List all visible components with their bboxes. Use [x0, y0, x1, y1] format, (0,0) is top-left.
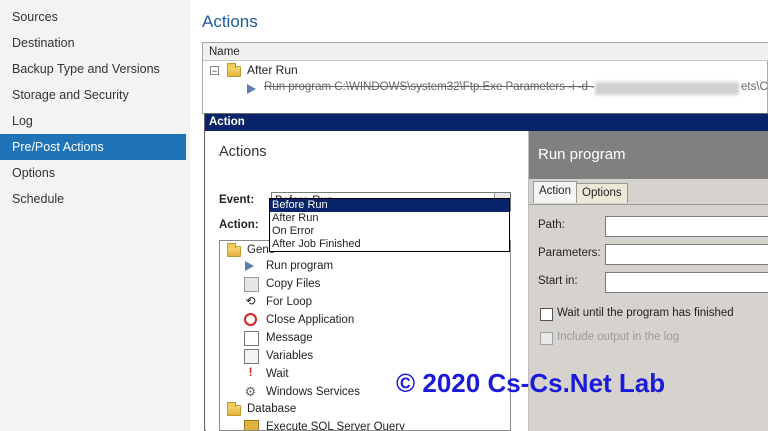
wait-until-finished-label: Wait until the program has finished: [557, 307, 734, 319]
settings-nav: Sources Destination Backup Type and Vers…: [0, 0, 190, 431]
copy-files-icon: [244, 277, 259, 292]
start-in-label: Start in:: [538, 275, 578, 287]
action-for-loop[interactable]: ⟲ For Loop: [244, 293, 504, 311]
loop-icon: ⟲: [245, 294, 256, 308]
action-label-run-program: Run program: [266, 260, 334, 272]
action-label-windows-services: Windows Services: [266, 386, 360, 398]
event-option-after-run[interactable]: After Run: [270, 212, 509, 225]
variables-icon: [244, 349, 259, 364]
dialog-title: Action: [205, 114, 768, 131]
tab-options[interactable]: Options: [576, 183, 628, 203]
action-message[interactable]: Message: [244, 329, 504, 347]
action-label-wait: Wait: [266, 368, 289, 380]
include-output-checkbox: [540, 332, 553, 345]
tab-divider: [529, 204, 768, 205]
folder-icon: [227, 243, 241, 257]
collapse-icon[interactable]: −: [210, 66, 219, 76]
path-input[interactable]: [605, 216, 768, 237]
event-option-after-job-finished[interactable]: After Job Finished: [270, 238, 509, 251]
action-variables[interactable]: Variables: [244, 347, 504, 365]
play-icon: [245, 261, 254, 271]
nav-item-sources[interactable]: Sources: [0, 4, 186, 30]
copyright-watermark: © 2020 Cs-Cs.Net Lab: [396, 368, 666, 398]
actions-heading: Actions: [219, 144, 267, 160]
message-icon: [244, 331, 259, 346]
parameters-input[interactable]: [605, 244, 768, 265]
wait-until-finished-checkbox[interactable]: [540, 308, 553, 321]
action-run-program[interactable]: Run program: [244, 257, 504, 275]
action-copy-files[interactable]: Copy Files: [244, 275, 504, 293]
tree-group-database[interactable]: Database: [247, 400, 296, 418]
run-program-heading: Run program: [529, 131, 768, 179]
nav-item-pre-post-actions[interactable]: Pre/Post Actions: [0, 134, 186, 160]
action-label-close-application: Close Application: [266, 314, 355, 326]
tree-item-text-tail: ets\Cs: [741, 81, 768, 93]
event-label: Event:: [219, 194, 255, 206]
actions-tree[interactable]: Name − After Run Run program C:\WINDOWS\…: [202, 42, 768, 114]
redacted-parameters: [595, 82, 739, 95]
page-title: Actions: [202, 12, 258, 31]
path-label: Path:: [538, 219, 565, 231]
tree-item-run-program[interactable]: Run program C:\WINDOWS\system32\Ftp.Exe …: [264, 81, 594, 93]
nav-item-log[interactable]: Log: [0, 108, 186, 134]
nav-item-storage-security[interactable]: Storage and Security: [0, 82, 186, 108]
tree-group-after-run[interactable]: After Run: [247, 63, 298, 77]
action-label-copy-files: Copy Files: [266, 278, 321, 290]
action-type-tree[interactable]: Gene Run program Copy Files ⟲ For Loop C…: [219, 240, 511, 431]
nav-item-destination[interactable]: Destination: [0, 30, 186, 56]
action-label-message: Message: [266, 332, 313, 344]
nav-item-options[interactable]: Options: [0, 160, 186, 186]
action-label-variables: Variables: [266, 350, 314, 362]
event-dropdown-list[interactable]: Before Run After Run On Error After Job …: [269, 198, 510, 252]
action-label-execute-sql: Execute SQL Server Query: [266, 421, 405, 431]
tab-strip: Action Options: [533, 181, 768, 205]
event-option-before-run[interactable]: Before Run: [270, 199, 509, 212]
folder-icon: [227, 63, 241, 77]
tab-action[interactable]: Action: [533, 181, 577, 203]
include-output-label: Include output in the log: [557, 331, 680, 343]
gear-icon: ⚙: [244, 384, 257, 399]
event-option-on-error[interactable]: On Error: [270, 225, 509, 238]
parameters-label: Parameters:: [538, 247, 601, 259]
database-query-icon: [244, 420, 259, 430]
action-label-for-loop: For Loop: [266, 296, 313, 308]
action-label: Action:: [219, 219, 259, 231]
wait-icon: !: [248, 367, 253, 379]
action-close-application[interactable]: Close Application: [244, 311, 504, 329]
column-header-name[interactable]: Name: [203, 43, 768, 61]
nav-item-backup-type[interactable]: Backup Type and Versions: [0, 56, 186, 82]
folder-icon: [227, 402, 241, 416]
play-icon: [247, 84, 256, 94]
action-execute-sql[interactable]: Execute SQL Server Query: [244, 418, 504, 431]
close-application-icon: [244, 313, 257, 326]
start-in-input[interactable]: [605, 272, 768, 293]
nav-item-schedule[interactable]: Schedule: [0, 186, 186, 212]
